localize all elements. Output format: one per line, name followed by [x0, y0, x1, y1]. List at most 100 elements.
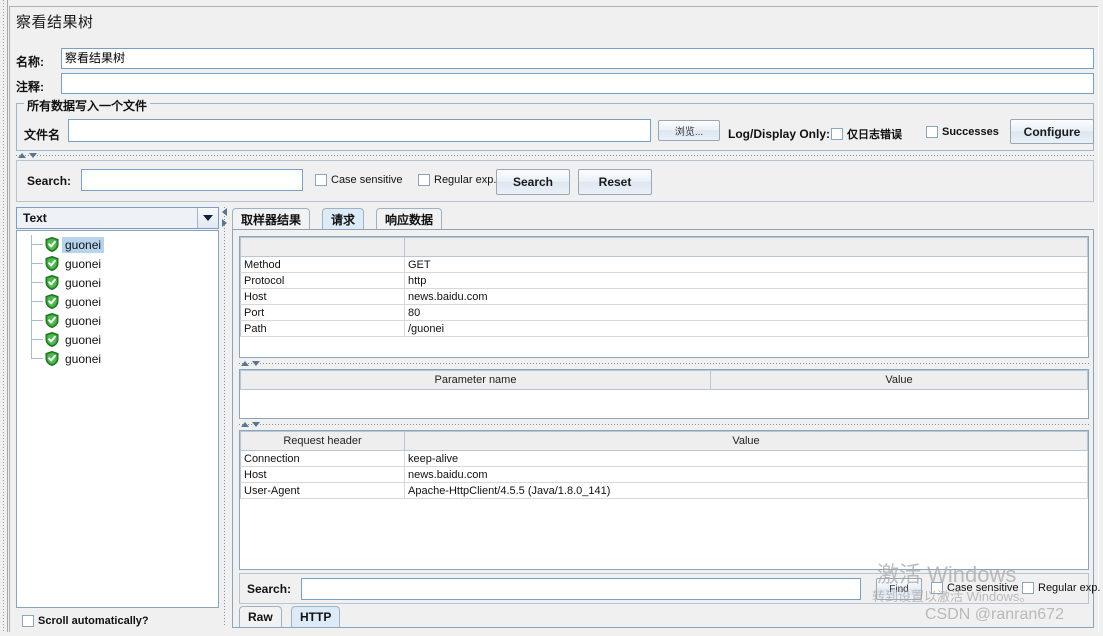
tab-sampler-result[interactable]: 取样器结果 — [232, 208, 311, 229]
tree-item-label: guonei — [62, 236, 105, 253]
request-header-col-value[interactable]: Value — [404, 431, 1088, 451]
tab-raw[interactable]: Raw — [239, 606, 282, 627]
tree-elbow-line — [31, 244, 43, 245]
request-header-cell[interactable]: Host — [240, 466, 405, 483]
request-header-cell[interactable]: news.baidu.com — [404, 466, 1088, 483]
request-detail-cell[interactable]: Method — [240, 256, 405, 273]
splitter-down-arrow-icon[interactable] — [252, 361, 260, 366]
request-detail-cell[interactable]: GET — [404, 256, 1088, 273]
tree-elbow-line — [31, 282, 43, 283]
top-splitter[interactable] — [16, 153, 1094, 159]
parameter-col-value[interactable]: Value — [710, 370, 1088, 390]
request-detail-col-1[interactable] — [404, 237, 1088, 257]
tab-http[interactable]: HTTP — [291, 606, 341, 627]
request-header-cell[interactable]: Apache-HttpClient/4.5.5 (Java/1.8.0_141) — [404, 482, 1088, 499]
parameter-col-name[interactable]: Parameter name — [240, 370, 711, 390]
tree-item[interactable]: guonei — [17, 254, 218, 273]
table-row[interactable]: Protocol http — [240, 272, 1088, 289]
table-row[interactable]: Port 80 — [240, 304, 1088, 321]
checkbox-box-icon — [1022, 582, 1034, 594]
window-left-frame — [0, 0, 9, 636]
table-row[interactable]: Path/guonei — [240, 320, 1088, 337]
scroll-automatically-checkbox[interactable]: Scroll automatically? — [22, 615, 149, 627]
checkbox-box-icon — [418, 174, 430, 186]
name-input[interactable]: 察看结果树 — [61, 48, 1094, 69]
tree-item[interactable]: guonei — [17, 330, 218, 349]
table-filler-row — [240, 498, 1088, 499]
comment-input[interactable] — [61, 73, 1094, 94]
reset-button[interactable]: Reset — [578, 169, 652, 195]
request-header-col-name[interactable]: Request header — [240, 431, 405, 451]
table-row[interactable]: Connection keep-alive — [240, 450, 1088, 467]
search-regular-exp-checkbox[interactable]: Regular exp. — [418, 174, 496, 186]
request-header-cell[interactable]: Connection — [240, 450, 405, 467]
request-detail-cell[interactable]: Port — [240, 304, 405, 321]
table-row[interactable]: Host news.baidu.com — [240, 288, 1088, 305]
search-button[interactable]: Search — [496, 169, 570, 195]
tree-item[interactable]: guonei — [17, 349, 218, 368]
tree-item-label: guonei — [65, 275, 102, 290]
log-successes-checkbox[interactable]: Successes — [926, 126, 999, 138]
table-filler-cell — [240, 498, 405, 499]
checkbox-box-icon — [315, 174, 327, 186]
search-case-sensitive-checkbox[interactable]: Case sensitive — [315, 174, 403, 186]
success-shield-icon — [45, 294, 59, 309]
splitter-up-arrow-icon[interactable] — [241, 422, 249, 427]
splitter-right-arrow-icon[interactable] — [222, 219, 227, 227]
request-detail-cell[interactable]: http — [404, 272, 1088, 289]
jmeter-view-results-tree-window: 察看结果树 名称: 察看结果树 注释: 所有数据写入一个文件 文件名 浏览...… — [0, 0, 1103, 636]
tree-item[interactable]: guonei — [17, 273, 218, 292]
tree-item[interactable]: guonei — [17, 292, 218, 311]
request-detail-cell[interactable]: Protocol — [240, 272, 405, 289]
table-filler-cell — [710, 389, 1088, 390]
content-search-input[interactable] — [301, 578, 861, 600]
view-mode-tabs: Raw HTTP — [239, 606, 1089, 628]
request-detail-table[interactable]: Method GET Protocol http Host news.baidu.com P… — [239, 236, 1089, 358]
find-button[interactable]: Find — [876, 578, 922, 600]
parameter-splitter[interactable] — [239, 422, 1089, 428]
table-row[interactable]: User-Agent Apache-HttpClient/4.5.5 (Java/… — [240, 482, 1088, 499]
request-detail-cell[interactable]: Host — [240, 288, 405, 305]
window-bottom-frame — [0, 632, 1103, 636]
request-header-cell[interactable]: keep-alive — [404, 450, 1088, 467]
splitter-up-arrow-icon[interactable] — [18, 153, 26, 158]
vertical-splitter[interactable] — [222, 207, 228, 627]
request-detail-body: Method GET Protocol http Host news.baidu.com P… — [240, 256, 1088, 337]
tree-item-label: guonei — [65, 351, 102, 366]
tree-item[interactable]: guonei — [17, 235, 218, 254]
search-input[interactable] — [81, 169, 303, 191]
parameter-table[interactable]: Parameter name Value — [239, 369, 1089, 419]
table-row[interactable]: Host news.baidu.com — [240, 466, 1088, 483]
splitter-down-arrow-icon[interactable] — [29, 153, 37, 158]
request-detail-cell[interactable]: /guonei — [404, 320, 1088, 337]
request-detail-splitter[interactable] — [239, 361, 1089, 367]
content-regular-exp-label: Regular exp. — [1038, 582, 1101, 594]
content-regular-exp-checkbox[interactable]: Regular exp. — [1022, 582, 1100, 594]
configure-button[interactable]: Configure — [1010, 119, 1094, 144]
tab-response-data[interactable]: 响应数据 — [376, 208, 443, 229]
renderer-select-arrow[interactable] — [197, 208, 218, 228]
request-header-cell[interactable]: User-Agent — [240, 482, 405, 499]
log-successes-label: Successes — [942, 126, 999, 138]
browse-button[interactable]: 浏览... — [658, 120, 720, 141]
splitter-down-arrow-icon[interactable] — [252, 422, 260, 427]
tab-request[interactable]: 请求 — [322, 208, 365, 229]
splitter-up-arrow-icon[interactable] — [241, 361, 249, 366]
log-errors-checkbox[interactable]: 仅日志错误 — [831, 126, 902, 142]
request-detail-cell[interactable]: news.baidu.com — [404, 288, 1088, 305]
tree-elbow-line — [31, 320, 43, 321]
request-detail-cell[interactable]: Path — [240, 320, 405, 337]
request-detail-cell[interactable]: 80 — [404, 304, 1088, 321]
splitter-left-arrow-icon[interactable] — [222, 208, 227, 216]
renderer-select[interactable]: Text — [16, 207, 219, 229]
tree-item[interactable]: guonei — [17, 311, 218, 330]
request-header-table[interactable]: Request header Value Connection keep-aliv… — [239, 430, 1089, 570]
table-filler-row — [240, 389, 1088, 390]
results-tree[interactable]: guonei guonei guonei guonei guonei guonei guon… — [16, 230, 219, 608]
request-detail-col-0[interactable] — [240, 237, 405, 257]
log-errors-label: 仅日志错误 — [847, 129, 902, 141]
content-case-sensitive-checkbox[interactable]: Case sensitive — [931, 582, 1019, 594]
result-tabs: 取样器结果 请求 响应数据 — [232, 208, 1094, 230]
table-row[interactable]: Method GET — [240, 256, 1088, 273]
filename-input[interactable] — [68, 119, 651, 142]
